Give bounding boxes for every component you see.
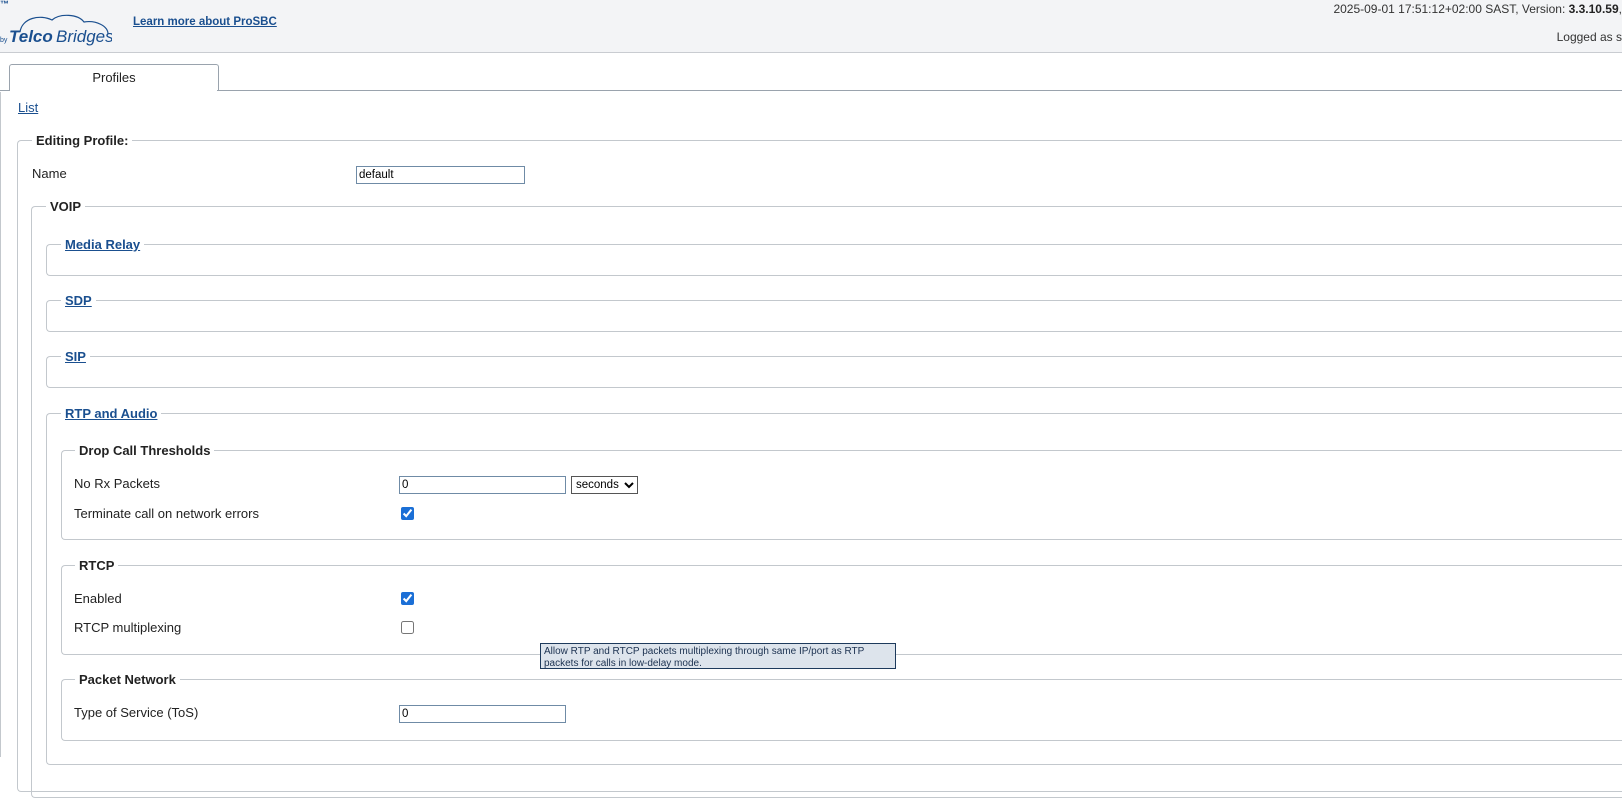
drop-call-title: Drop Call Thresholds [75, 443, 215, 458]
tooltip-line-2: packets for calls in low-delay mode. [544, 657, 702, 669]
editing-profile-title: Editing Profile: [32, 133, 133, 148]
media-relay-fieldset [46, 244, 1622, 276]
sdp-link[interactable]: SDP [65, 293, 92, 308]
sdp-section: SDP [61, 293, 96, 308]
tab-active-indicator [10, 89, 217, 91]
svg-text:Telco: Telco [9, 27, 53, 46]
packet-network-title: Packet Network [75, 672, 180, 687]
voip-title: VOIP [46, 199, 86, 214]
no-rx-packets-label: No Rx Packets [74, 476, 160, 491]
rtp-audio-link[interactable]: RTP and Audio [65, 406, 157, 421]
tab-profiles[interactable]: Profiles [9, 64, 219, 90]
svg-text:Bridges: Bridges [56, 27, 112, 46]
rtcp-fieldset [61, 565, 1622, 655]
drop-call-fieldset [61, 450, 1622, 540]
terminate-call-label: Terminate call on network errors [74, 506, 259, 521]
rtcp-enabled-checkbox[interactable] [401, 592, 414, 605]
svg-text:by: by [0, 37, 8, 44]
list-link[interactable]: List [18, 100, 38, 115]
rtp-audio-section: RTP and Audio [61, 406, 162, 421]
logged-as-text: Logged as s [1556, 30, 1622, 44]
no-rx-packets-input[interactable] [399, 476, 566, 494]
media-relay-link[interactable]: Media Relay [65, 237, 140, 252]
no-rx-unit-select[interactable]: seconds [571, 476, 638, 494]
status-line: 2025-09-01 17:51:12+02:00 SAST, Version:… [1333, 2, 1622, 16]
terminate-call-checkbox[interactable] [401, 507, 414, 520]
rtcp-multiplexing-tooltip: Allow RTP and RTCP packets multiplexing … [540, 643, 896, 669]
media-relay-section: Media Relay [61, 237, 145, 252]
sip-fieldset [46, 356, 1622, 388]
tooltip-line-1: Allow RTP and RTCP packets multiplexing … [544, 646, 865, 657]
tos-input[interactable] [399, 705, 566, 723]
rtcp-enabled-label: Enabled [74, 591, 122, 606]
status-suffix: , [1618, 2, 1622, 16]
packet-network-fieldset [61, 679, 1622, 741]
learn-more-link[interactable]: Learn more about ProSBC [133, 16, 277, 28]
tos-label: Type of Service (ToS) [74, 705, 199, 720]
sdp-fieldset [46, 300, 1622, 332]
sip-section: SIP [61, 349, 90, 364]
telcobridges-logo: by Telco Bridges [0, 14, 112, 46]
rtcp-multiplexing-checkbox[interactable] [401, 621, 414, 634]
rtcp-multiplexing-label: RTCP multiplexing [74, 620, 182, 635]
rtcp-title: RTCP [75, 558, 119, 573]
name-label: Name [32, 166, 67, 181]
version-number: 3.3.10.59 [1568, 2, 1619, 16]
trademark-symbol: ™ [0, 0, 9, 9]
tab-bar: Profiles [0, 64, 1622, 91]
top-header: ™ by Telco Bridges Learn more about ProS… [0, 0, 1622, 53]
sip-link[interactable]: SIP [65, 349, 86, 364]
status-datetime: 2025-09-01 17:51:12+02:00 SAST, Version: [1333, 2, 1569, 16]
left-divider [0, 92, 1, 757]
name-input[interactable] [356, 166, 525, 184]
